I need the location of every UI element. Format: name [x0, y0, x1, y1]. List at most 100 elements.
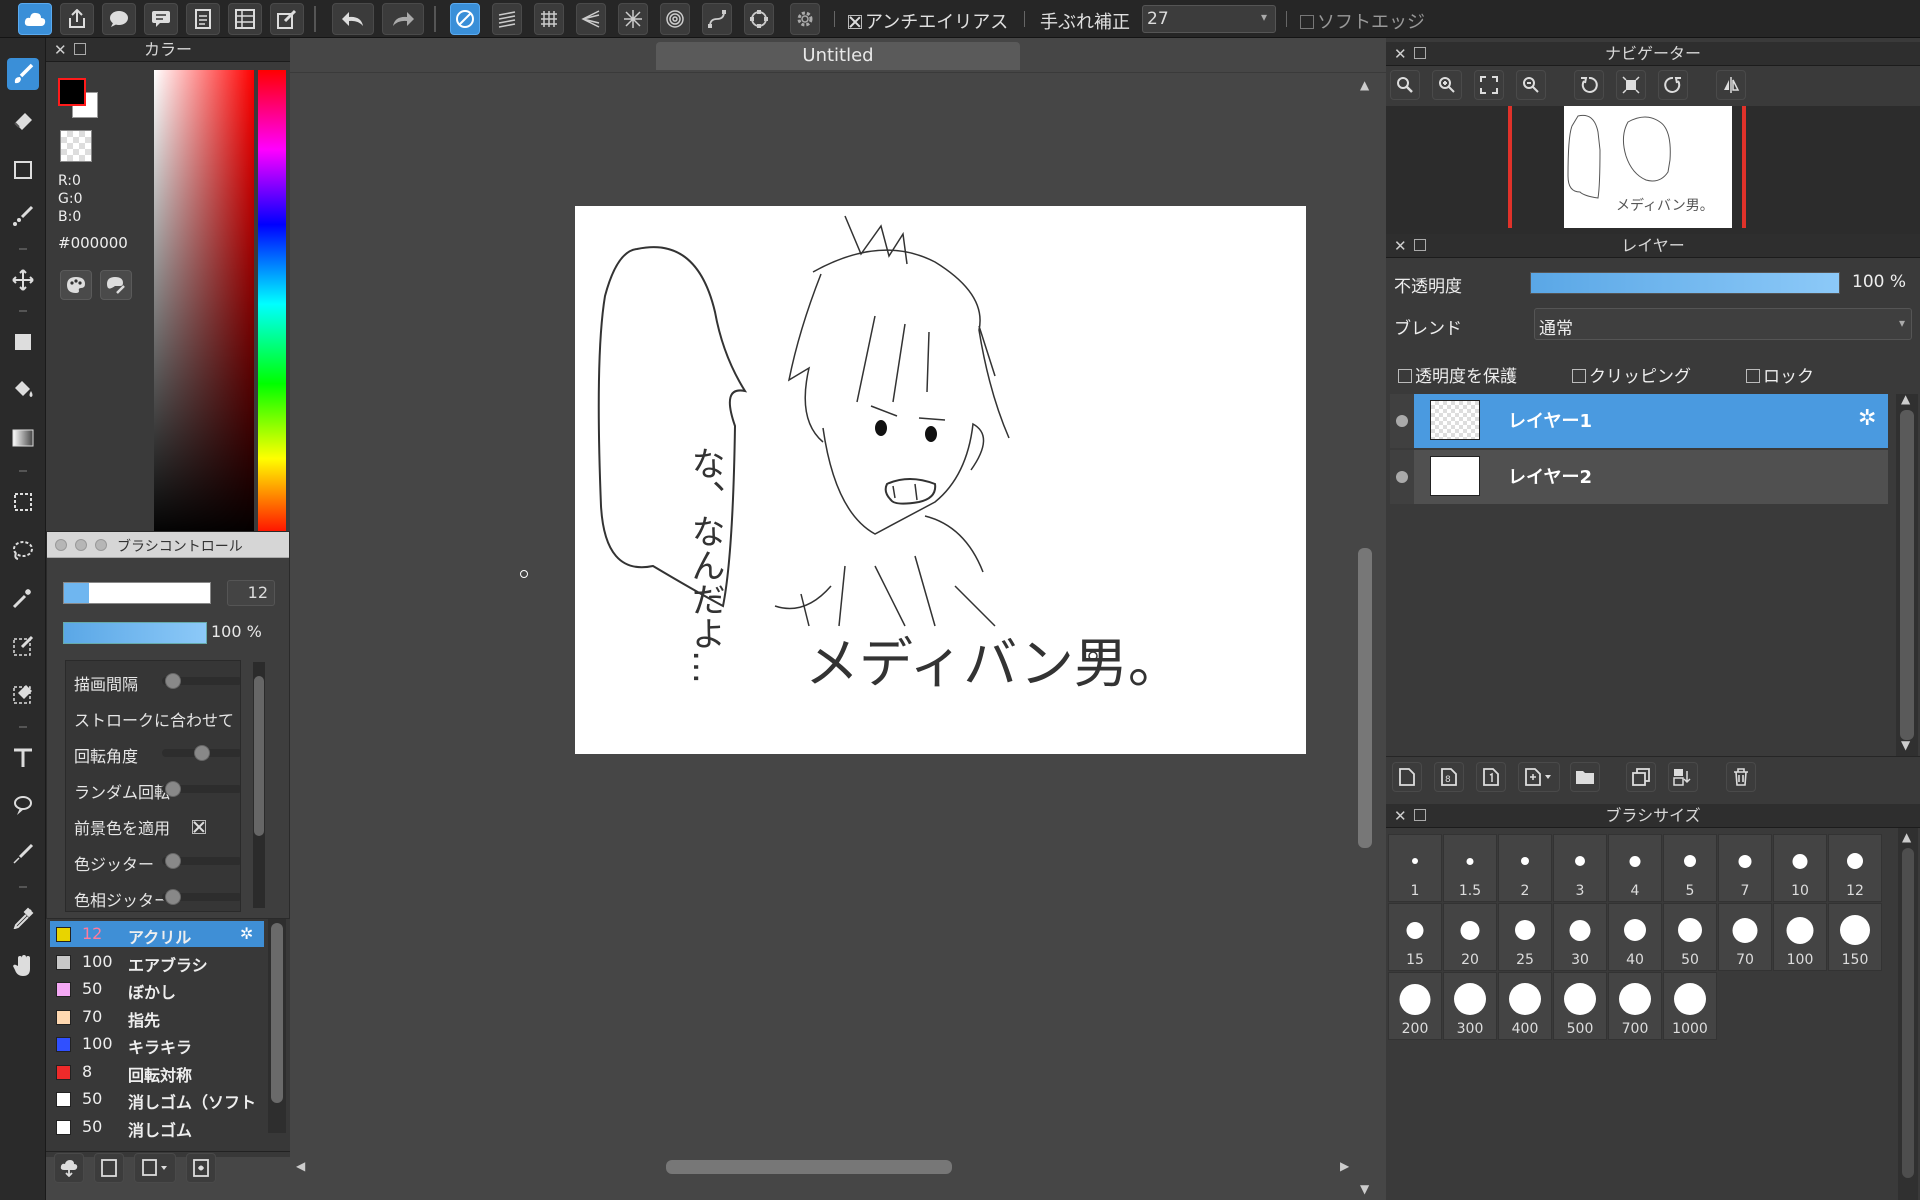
brush-size-option[interactable]: 70: [1718, 903, 1772, 971]
brush-size-scroll-thumb[interactable]: [1902, 848, 1914, 1178]
balloon-tool[interactable]: [7, 790, 39, 822]
panel-divide-tool[interactable]: [7, 838, 39, 870]
brush-size-option[interactable]: 10: [1773, 834, 1827, 902]
navigator-preview[interactable]: メディバン男。: [1386, 106, 1920, 234]
slider-knob[interactable]: [165, 781, 182, 797]
saturation-value-picker[interactable]: [154, 70, 254, 538]
scroll-down-icon[interactable]: ▼: [1360, 1182, 1369, 1196]
layer-list-scrollbar[interactable]: ▲ ▼: [1896, 392, 1918, 756]
brush-list-item[interactable]: 100 キラキラ: [50, 1031, 264, 1057]
close-icon[interactable]: [55, 539, 67, 551]
cloud-button[interactable]: [18, 3, 52, 35]
grid-snap-button[interactable]: [534, 3, 564, 35]
brush-size-option[interactable]: 20: [1443, 903, 1497, 971]
brush-size-option[interactable]: 500: [1553, 972, 1607, 1040]
brush-size-option[interactable]: 150: [1828, 903, 1882, 971]
share-button[interactable]: [60, 3, 94, 35]
curve-snap-button[interactable]: [702, 3, 732, 35]
brush-setting-slider[interactable]: [162, 745, 240, 761]
undo-button[interactable]: [332, 3, 374, 35]
layer-scroll-thumb[interactable]: [1900, 410, 1914, 740]
vertical-scrollbar[interactable]: ▲ ▼: [1356, 78, 1374, 1198]
brush-size-option[interactable]: 15: [1388, 903, 1442, 971]
brush-list-item[interactable]: 100 エアブラシ: [50, 949, 264, 975]
add-brush-button[interactable]: [94, 1153, 124, 1183]
antialias-toggle[interactable]: アンチエイリアス: [848, 8, 1008, 34]
brush-size-option[interactable]: 1.5: [1443, 834, 1497, 902]
brush-size-option[interactable]: 5: [1663, 834, 1717, 902]
drawing-canvas[interactable]: な、なんだよ… メディバン男。: [575, 206, 1306, 754]
stabilizer-select[interactable]: 27 ▾: [1142, 5, 1276, 33]
brush-cloud-button[interactable]: [54, 1153, 84, 1183]
detach-icon[interactable]: [1414, 809, 1426, 821]
new-halftone-layer-button[interactable]: 8: [1434, 762, 1464, 792]
rotate-left-button[interactable]: [1574, 70, 1604, 100]
brush-size-option[interactable]: 1: [1388, 834, 1442, 902]
horizontal-scrollbar[interactable]: ◀ ▶: [296, 1158, 1356, 1176]
scroll-right-icon[interactable]: ▶: [1340, 1159, 1349, 1173]
scroll-left-icon[interactable]: ◀: [296, 1159, 305, 1173]
merge-layer-button[interactable]: [1668, 762, 1698, 792]
layer-visibility-toggle[interactable]: [1390, 394, 1414, 448]
detach-icon[interactable]: [74, 43, 86, 55]
move-tool[interactable]: [7, 264, 39, 296]
chat-button[interactable]: [144, 3, 178, 35]
settings-scroll-thumb[interactable]: [254, 676, 264, 836]
transparent-color-swatch[interactable]: [60, 130, 92, 162]
foreground-color-swatch[interactable]: [58, 78, 86, 106]
brush-setting-slider[interactable]: [162, 781, 240, 797]
snap-off-button[interactable]: [450, 3, 480, 35]
clipping-checkbox[interactable]: [1572, 369, 1586, 383]
close-icon[interactable]: ✕: [1394, 804, 1407, 828]
palette-button[interactable]: [60, 270, 92, 300]
brush-size-option[interactable]: 400: [1498, 972, 1552, 1040]
select-pen-tool[interactable]: [7, 630, 39, 662]
hand-tool[interactable]: [7, 950, 39, 982]
edit-page-button[interactable]: [270, 3, 304, 35]
protect-alpha-toggle[interactable]: 透明度を保護: [1398, 362, 1517, 387]
soft-edge-checkbox[interactable]: [1300, 15, 1314, 29]
brush-list-item[interactable]: 70 指先: [50, 1004, 264, 1030]
text-tool[interactable]: [7, 742, 39, 774]
brush-size-option[interactable]: 25: [1498, 903, 1552, 971]
brush-list-item[interactable]: 8 回転対称: [50, 1059, 264, 1085]
scroll-up-icon[interactable]: ▲: [1901, 392, 1910, 406]
gradient-tool[interactable]: [7, 422, 39, 454]
detach-icon[interactable]: [1414, 47, 1426, 59]
redo-button[interactable]: [382, 3, 424, 35]
brush-size-option[interactable]: 2: [1498, 834, 1552, 902]
concentric-snap-button[interactable]: [660, 3, 690, 35]
brush-size-option[interactable]: 7: [1718, 834, 1772, 902]
brush-menu-button[interactable]: [134, 1153, 176, 1183]
new-folder-button[interactable]: [1570, 762, 1600, 792]
new-layer-button[interactable]: [1392, 762, 1422, 792]
close-icon[interactable]: ✕: [1394, 42, 1407, 66]
brush-list-item[interactable]: 50 消しゴム: [50, 1114, 264, 1140]
slider-knob[interactable]: [165, 853, 182, 869]
brush-size-option[interactable]: 40: [1608, 903, 1662, 971]
vertical-scroll-thumb[interactable]: [1358, 548, 1372, 848]
slider-knob[interactable]: [194, 745, 210, 761]
brush-size-option[interactable]: 3: [1553, 834, 1607, 902]
flip-horizontal-button[interactable]: [1716, 70, 1746, 100]
brush-size-option[interactable]: 50: [1663, 903, 1717, 971]
comment-button[interactable]: [102, 3, 136, 35]
layer-body[interactable]: [1414, 394, 1888, 448]
lock-toggle[interactable]: ロック: [1746, 362, 1814, 387]
layer-body[interactable]: [1414, 450, 1888, 504]
reset-view-button[interactable]: [1616, 70, 1646, 100]
scroll-up-icon[interactable]: ▲: [1360, 78, 1369, 92]
brush-tool[interactable]: [7, 58, 39, 90]
minimize-icon[interactable]: [75, 539, 87, 551]
brush-size-slider[interactable]: [63, 582, 211, 604]
ellipse-snap-button[interactable]: [744, 3, 774, 35]
brush-list-item[interactable]: 50 消しゴム（ソフト: [50, 1086, 264, 1112]
fit-screen-button[interactable]: [1474, 70, 1504, 100]
brush-size-option[interactable]: 200: [1388, 972, 1442, 1040]
snap-settings-button[interactable]: [790, 3, 820, 35]
brush-size-option[interactable]: 30: [1553, 903, 1607, 971]
shape-tool[interactable]: [7, 154, 39, 186]
add-layer-menu-button[interactable]: [1518, 762, 1560, 792]
brush-settings-button[interactable]: [186, 1153, 216, 1183]
lock-checkbox[interactable]: [1746, 369, 1760, 383]
